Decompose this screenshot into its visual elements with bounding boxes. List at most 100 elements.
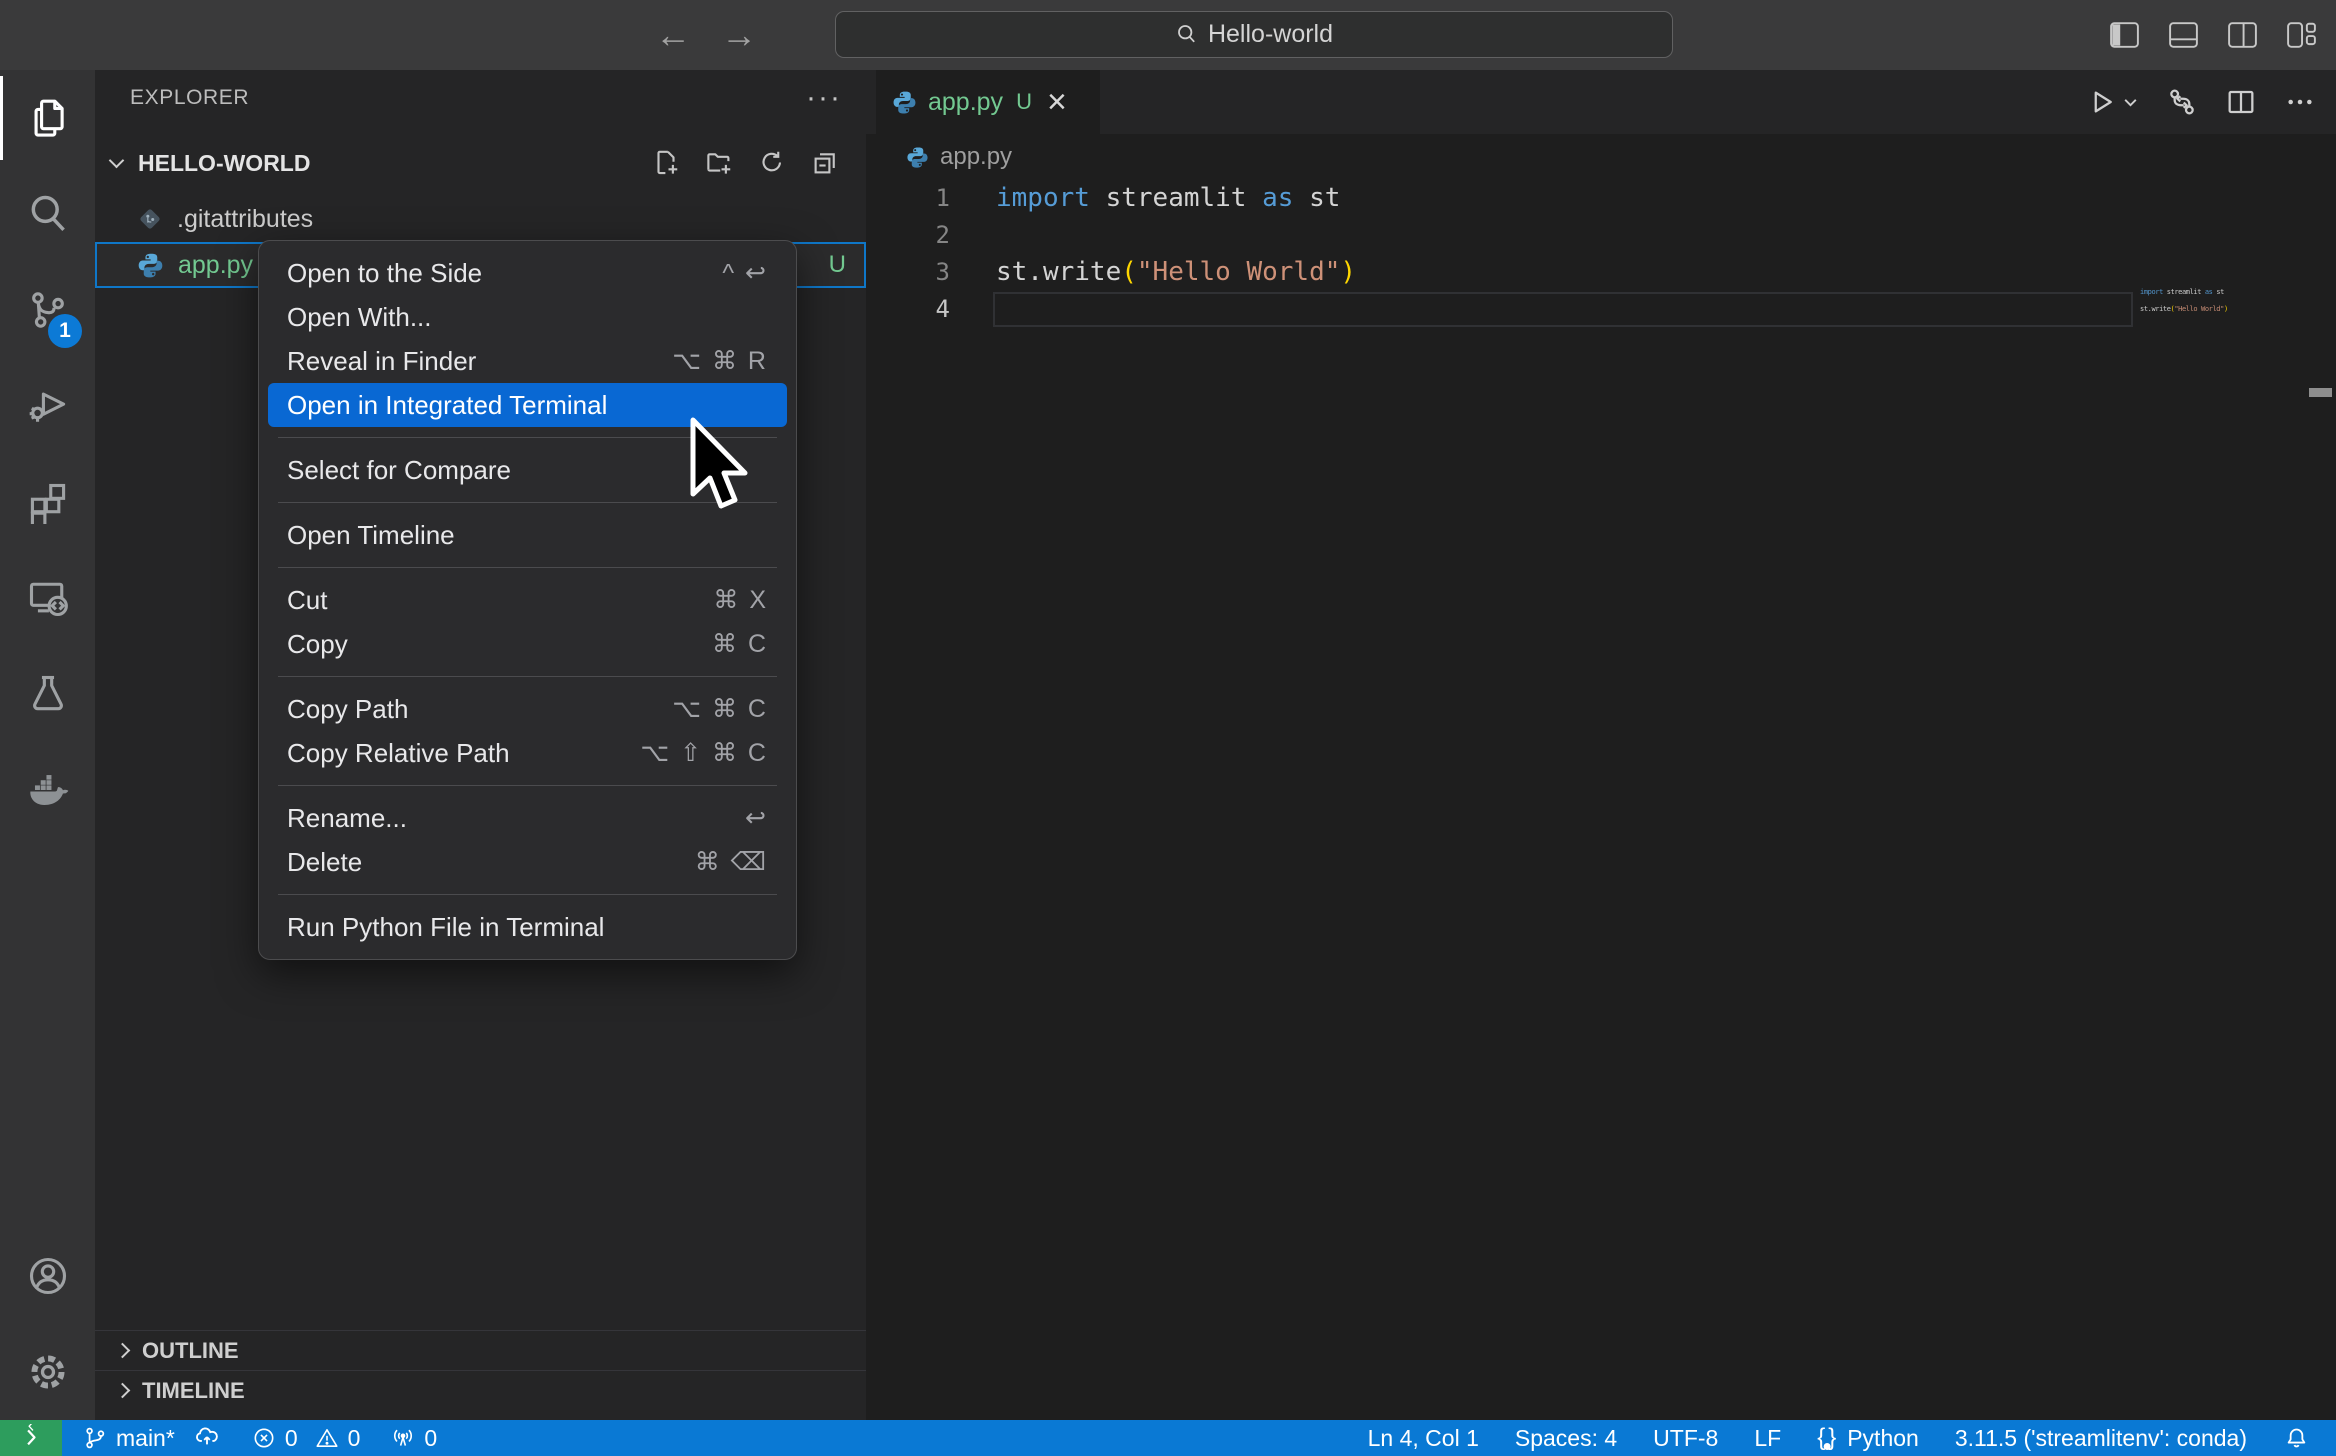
search-icon — [26, 192, 70, 236]
run-python-file-button[interactable] — [2087, 87, 2139, 117]
file-row-gitattributes[interactable]: .gitattributes — [95, 196, 866, 242]
file-name: app.py — [178, 251, 253, 280]
code-line-1[interactable]: 1import streamlit as st — [866, 180, 2336, 217]
minimap[interactable]: import streamlit as stst.write("Hello Wo… — [2140, 284, 2300, 318]
activity-testing[interactable] — [0, 646, 95, 742]
menu-item-copy-relative-path[interactable]: Copy Relative Path⌥ ⇧ ⌘ C — [268, 731, 787, 775]
code-line-4[interactable]: 4 — [866, 291, 2336, 328]
section-outline[interactable]: OUTLINE — [95, 1330, 866, 1370]
menu-item-delete[interactable]: Delete⌘ ⌫ — [268, 840, 787, 884]
close-icon[interactable]: × — [1047, 85, 1067, 119]
chevron-right-icon — [115, 1343, 131, 1359]
menu-item-shortcut: ⌥ ⌘ R — [672, 346, 768, 376]
code-text: import streamlit as st — [996, 180, 1340, 217]
scm-changes-badge: 1 — [48, 314, 82, 348]
activity-run-debug[interactable] — [0, 358, 95, 454]
activity-docker[interactable] — [0, 742, 95, 838]
sidebar-more-actions-button[interactable]: ··· — [806, 70, 842, 126]
menu-item-run-python-file-in-terminal[interactable]: Run Python File in Terminal — [268, 905, 787, 949]
remote-icon — [17, 1424, 45, 1452]
eol-item[interactable]: LF — [1742, 1420, 1793, 1456]
editor-group: app.py U × — [866, 70, 2336, 1420]
activity-settings[interactable] — [0, 1324, 95, 1420]
problems-status-item[interactable]: 0 0 — [239, 1420, 373, 1456]
forward-button[interactable]: → — [721, 17, 757, 53]
breadcrumb-file: app.py — [940, 143, 1012, 171]
language-label: Python — [1847, 1425, 1919, 1452]
code-line-2[interactable]: 2 — [866, 217, 2336, 254]
branch-status-item[interactable]: main* — [70, 1420, 233, 1456]
language-mode-item[interactable]: {} Python — [1805, 1420, 1931, 1456]
menu-separator — [278, 785, 777, 786]
activity-spacer — [0, 838, 95, 1228]
new-file-button[interactable] — [651, 148, 681, 178]
encoding-item[interactable]: UTF-8 — [1641, 1420, 1730, 1456]
titlebar: ← → Hello-world — [0, 0, 2336, 70]
code-line-3[interactable]: 3st.write("Hello World") — [866, 254, 2336, 291]
open-changes-icon[interactable] — [2166, 86, 2198, 118]
status-bar: main* 0 — [0, 1420, 2336, 1456]
file-name: .gitattributes — [177, 205, 313, 234]
menu-item-rename[interactable]: Rename...↩ — [268, 796, 787, 840]
menu-item-label: Copy — [287, 629, 348, 660]
vscode-window: ← → Hello-world — [0, 0, 2336, 1456]
activity-accounts[interactable] — [0, 1228, 95, 1324]
toggle-panel-button[interactable] — [2167, 20, 2200, 50]
section-timeline[interactable]: TIMELINE — [95, 1370, 866, 1410]
command-center-search[interactable]: Hello-world — [835, 11, 1673, 58]
menu-item-cut[interactable]: Cut⌘ X — [268, 578, 787, 622]
toggle-secondary-sidebar-button[interactable] — [2226, 20, 2259, 50]
collapse-folders-button[interactable] — [810, 148, 840, 178]
refresh-icon[interactable] — [757, 148, 787, 178]
command-center-label: Hello-world — [1208, 20, 1333, 49]
menu-item-copy-path[interactable]: Copy Path⌥ ⌘ C — [268, 687, 787, 731]
status-left: main* 0 — [70, 1420, 449, 1456]
menu-item-open-in-integrated-terminal[interactable]: Open in Integrated Terminal — [268, 383, 787, 427]
menu-item-select-for-compare[interactable]: Select for Compare — [268, 448, 787, 492]
indentation-item[interactable]: Spaces: 4 — [1503, 1420, 1629, 1456]
folder-name: HELLO-WORLD — [138, 150, 310, 177]
tab-app-py[interactable]: app.py U × — [876, 70, 1100, 134]
menu-item-open-to-the-side[interactable]: Open to the Side^ ↩ — [268, 251, 787, 295]
customize-layout-button[interactable] — [2285, 20, 2318, 50]
debug-icon — [26, 384, 70, 428]
menu-item-label: Open to the Side — [287, 258, 482, 289]
new-folder-button[interactable] — [704, 148, 734, 178]
overview-ruler-cursor-marker[interactable] — [2309, 388, 2332, 397]
current-line-border — [993, 292, 2133, 327]
remote-indicator-button[interactable] — [0, 1420, 62, 1456]
activity-search[interactable] — [0, 166, 95, 262]
ports-status-item[interactable]: 0 — [378, 1420, 449, 1456]
folder-section-hello-world[interactable]: HELLO-WORLD — [95, 138, 866, 188]
cursor-position-item[interactable]: Ln 4, Col 1 — [1356, 1420, 1491, 1456]
menu-item-label: Cut — [287, 585, 327, 616]
activity-source-control[interactable]: 1 — [0, 262, 95, 358]
activity-explorer[interactable] — [0, 70, 95, 166]
menu-item-reveal-in-finder[interactable]: Reveal in Finder⌥ ⌘ R — [268, 339, 787, 383]
status-right: Ln 4, Col 1 Spaces: 4 UTF-8 LF {} Python… — [1356, 1420, 2322, 1456]
python-interpreter-item[interactable]: 3.11.5 ('streamlitenv': conda) — [1943, 1420, 2259, 1456]
code-editor[interactable]: 1import streamlit as st23st.write("Hello… — [866, 180, 2336, 1420]
activity-extensions[interactable] — [0, 454, 95, 550]
notifications-item[interactable] — [2271, 1420, 2322, 1456]
activity-remote-explorer[interactable] — [0, 550, 95, 646]
menu-item-open-with[interactable]: Open With... — [268, 295, 787, 339]
warning-count: 0 — [348, 1425, 361, 1452]
section-label: TIMELINE — [142, 1378, 245, 1404]
back-button[interactable]: ← — [655, 17, 691, 53]
more-actions-icon[interactable] — [2284, 86, 2316, 118]
code-text: st.write("Hello World") — [996, 254, 1356, 291]
git-file-icon — [137, 206, 163, 232]
sync-changes-icon[interactable] — [193, 1424, 221, 1452]
breadcrumb[interactable]: app.py — [906, 134, 1012, 180]
menu-item-copy[interactable]: Copy⌘ C — [268, 622, 787, 666]
split-editor-button[interactable] — [2225, 86, 2257, 118]
indent-label: Spaces: 4 — [1515, 1425, 1617, 1452]
menu-item-open-timeline[interactable]: Open Timeline — [268, 513, 787, 557]
menu-item-shortcut: ⌥ ⇧ ⌘ C — [640, 738, 768, 768]
toggle-primary-sidebar-button[interactable] — [2108, 20, 2141, 50]
chevron-down-icon — [109, 153, 125, 169]
minimap-line: import streamlit as st — [2140, 284, 2300, 301]
docker-icon — [25, 767, 71, 813]
line-number: 2 — [866, 217, 950, 254]
